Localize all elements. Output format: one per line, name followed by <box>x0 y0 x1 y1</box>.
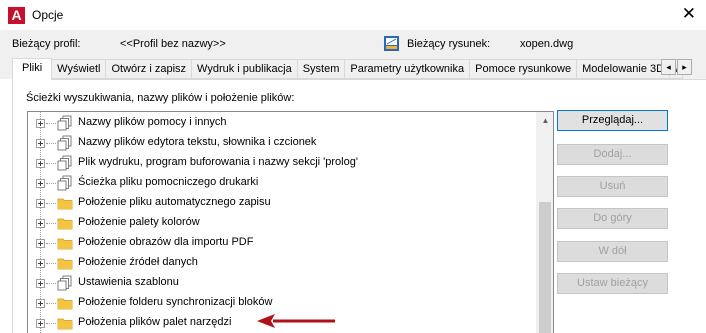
tab-drafting[interactable]: Pomoce rysunkowe <box>469 59 578 79</box>
remove-button[interactable]: Usuń <box>557 176 668 197</box>
tree-connector-line <box>46 183 56 184</box>
file-pages-icon <box>57 135 72 151</box>
tree-connector-line <box>46 263 56 264</box>
folder-icon <box>57 218 73 230</box>
tab-user-preferences[interactable]: Parametry użytkownika <box>344 59 471 79</box>
tree-item[interactable]: Ścieżka pliku pomocniczego drukarki <box>28 173 538 193</box>
tree-item-label: Położenie pliku automatycznego zapisu <box>78 196 271 208</box>
tree-item-label: Plik wydruku, program buforowania i nazw… <box>78 156 358 168</box>
folder-icon <box>57 318 73 330</box>
scroll-up-icon[interactable]: ▲ <box>537 112 553 129</box>
tab-system[interactable]: System <box>296 59 346 79</box>
expand-plus-icon[interactable] <box>36 319 45 328</box>
expand-plus-icon[interactable] <box>36 299 45 308</box>
tab-scroll-left-icon[interactable]: ◂ <box>661 59 676 75</box>
tab-bar: Pliki Wyświetl Otwórz i zapisz Wydruk i … <box>0 57 706 80</box>
tree-connector-line <box>46 323 56 324</box>
tree-item-label: Położenie źródeł danych <box>78 256 198 268</box>
expand-plus-icon[interactable] <box>36 259 45 268</box>
set-current-button[interactable]: Ustaw bieżący <box>557 273 668 294</box>
tree-connector-line <box>46 223 56 224</box>
current-drawing-value: xopen.dwg <box>520 38 574 50</box>
file-pages-icon <box>57 115 72 131</box>
files-panel: Ścieżki wyszukiwania, nazwy plików i poł… <box>12 79 706 333</box>
current-profile-value: <<Profil bez nazwy>> <box>120 38 226 50</box>
expand-plus-icon[interactable] <box>36 159 45 168</box>
folder-icon <box>57 198 73 210</box>
expand-plus-icon[interactable] <box>36 219 45 228</box>
tab-3d-modeling[interactable]: Modelowanie 3D <box>576 59 671 79</box>
autocad-logo-icon: A <box>8 7 25 24</box>
current-drawing-label: Bieżący rysunek: <box>407 38 491 50</box>
tree-connector-line <box>46 303 56 304</box>
tree-item[interactable]: Położenie pliku automatycznego zapisu <box>28 193 538 213</box>
folder-icon <box>57 258 73 270</box>
drawing-icon <box>384 36 399 51</box>
tree-item[interactable]: Ustawienia szablonu <box>28 273 538 293</box>
scrollbar-thumb[interactable] <box>539 202 551 333</box>
tree-item-label: Nazwy plików edytora tekstu, słownika i … <box>78 136 317 148</box>
tab-display[interactable]: Wyświetl <box>51 59 107 79</box>
tree-connector-line <box>46 163 56 164</box>
tree-connector-line <box>46 123 56 124</box>
tree-item[interactable]: Położenie źródeł danych <box>28 253 538 273</box>
expand-plus-icon[interactable] <box>36 179 45 188</box>
expand-plus-icon[interactable] <box>36 199 45 208</box>
tree-connector-line <box>46 283 56 284</box>
tab-scroll-right-icon[interactable]: ▸ <box>677 59 692 75</box>
file-pages-icon <box>57 275 72 291</box>
file-paths-tree[interactable]: Nazwy plików pomocy i innych Nazwy plików… <box>27 111 554 333</box>
file-pages-icon <box>57 155 72 171</box>
close-icon[interactable]: ✕ <box>682 5 696 22</box>
tab-open-save[interactable]: Otwórz i zapisz <box>105 59 193 79</box>
tab-plot-publish[interactable]: Wydruk i publikacja <box>191 59 298 79</box>
tree-connector-line <box>46 203 56 204</box>
expand-plus-icon[interactable] <box>36 139 45 148</box>
tree-item[interactable]: Położenie folderu synchronizacji bloków <box>28 293 538 313</box>
move-up-button[interactable]: Do góry <box>557 208 668 229</box>
tree-connector-line <box>46 243 56 244</box>
tree-item[interactable]: Nazwy plików edytora tekstu, słownika i … <box>28 133 538 153</box>
tree-item-label: Ustawienia szablonu <box>78 276 179 288</box>
tree-item-label: Ścieżka pliku pomocniczego drukarki <box>78 176 259 188</box>
title-bar: A Opcje ✕ <box>0 0 706 31</box>
tab-strip: Pliki Wyświetl Otwórz i zapisz Wydruk i … <box>12 58 684 80</box>
tree-item[interactable]: Nazwy plików pomocy i innych <box>28 113 538 133</box>
profile-row: Bieżący profil: <<Profil bez nazwy>> Bie… <box>0 31 706 57</box>
window-title: Opcje <box>32 8 64 22</box>
add-button[interactable]: Dodaj... <box>557 144 668 165</box>
tree-item[interactable]: Położenie palety kolorów <box>28 213 538 233</box>
folder-icon <box>57 238 73 250</box>
expand-plus-icon[interactable] <box>36 239 45 248</box>
search-paths-label: Ścieżki wyszukiwania, nazwy plików i poł… <box>26 92 295 104</box>
tree-item[interactable]: Plik wydruku, program buforowania i nazw… <box>28 153 538 173</box>
expand-plus-icon[interactable] <box>36 119 45 128</box>
tree-item-label: Położenia plików palet narzędzi <box>78 316 232 328</box>
expand-plus-icon[interactable] <box>36 279 45 288</box>
tree-item-label: Nazwy plików pomocy i innych <box>78 116 227 128</box>
tree-item-label: Położenie obrazów dla importu PDF <box>78 236 254 248</box>
tree-item[interactable]: Położenie obrazów dla importu PDF <box>28 233 538 253</box>
tree-item-label: Położenie palety kolorów <box>78 216 200 228</box>
tree-item-label: Położenie folderu synchronizacji bloków <box>78 296 273 308</box>
tree-vertical-scrollbar[interactable]: ▲ <box>536 112 553 333</box>
red-arrow-annotation <box>257 314 335 328</box>
file-pages-icon <box>57 175 72 191</box>
tab-files[interactable]: Pliki <box>12 58 53 80</box>
browse-button[interactable]: Przeglądaj... <box>557 110 668 131</box>
move-down-button[interactable]: W dół <box>557 241 668 262</box>
current-profile-label: Bieżący profil: <box>12 38 81 50</box>
tree-connector-line <box>46 143 56 144</box>
folder-icon <box>57 298 73 310</box>
